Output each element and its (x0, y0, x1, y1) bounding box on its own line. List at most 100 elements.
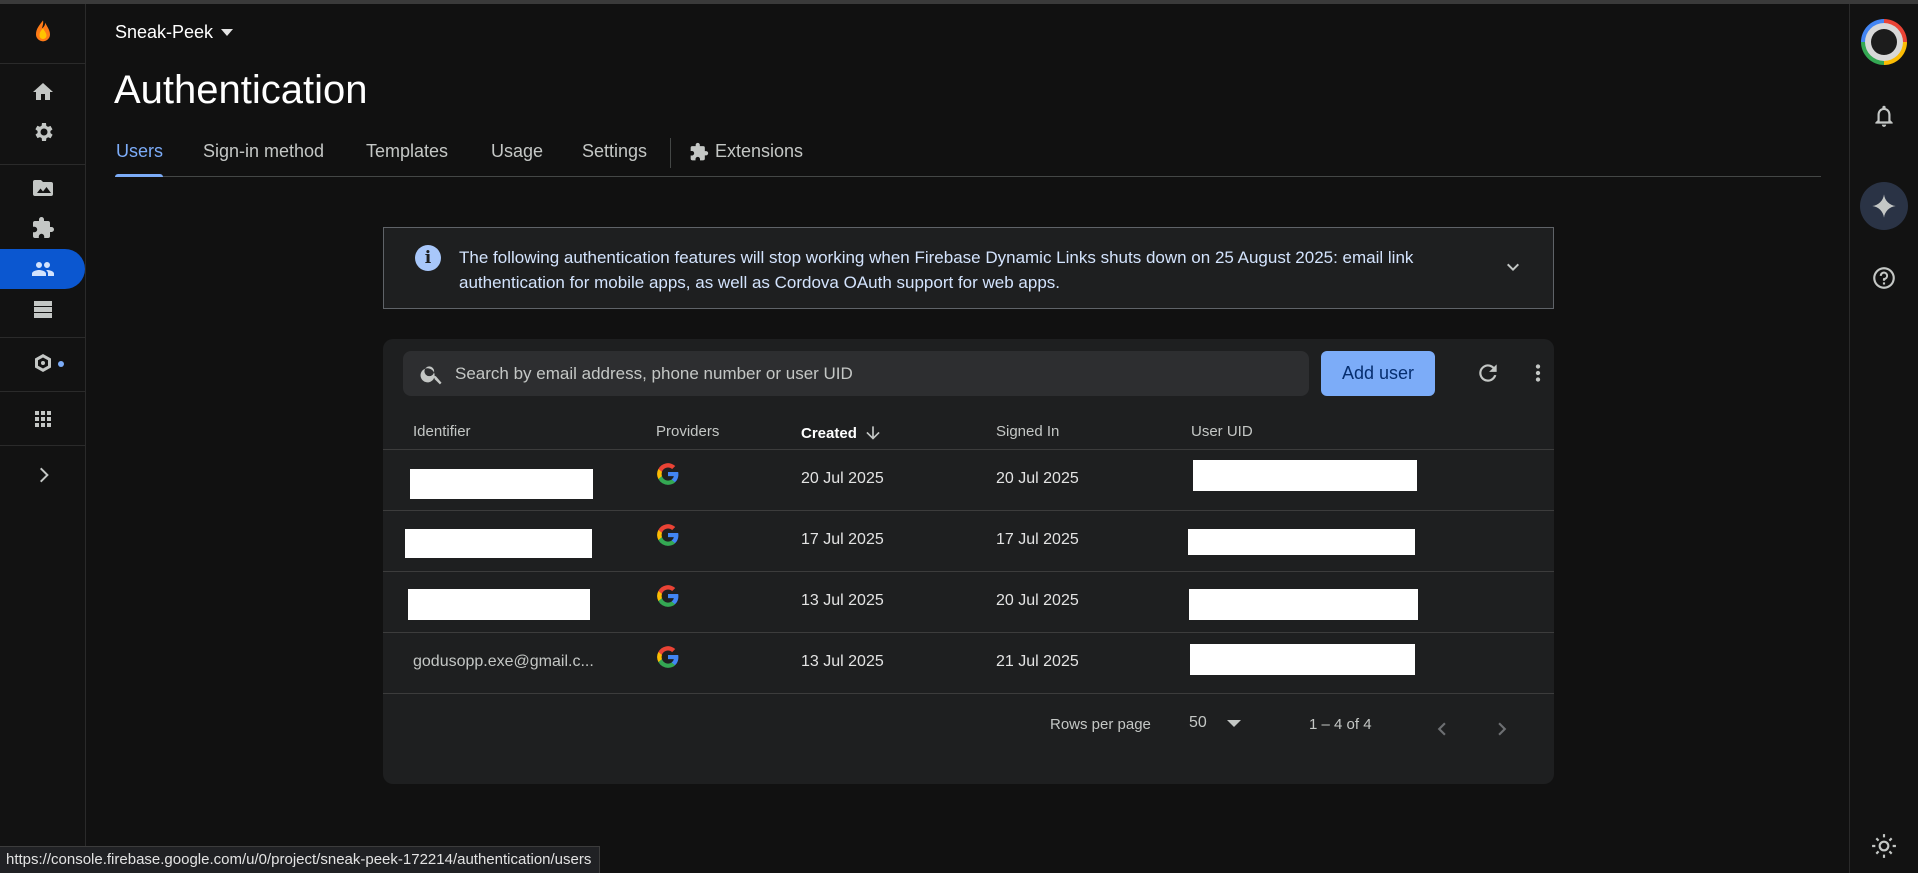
created-date: 13 Jul 2025 (801, 653, 884, 670)
right-rail (1849, 4, 1918, 873)
gemini-bubble (1860, 182, 1908, 230)
tab-label: Users (116, 141, 164, 161)
tab-label: Sign-in method (203, 141, 325, 161)
tab-label: Extensions (715, 141, 804, 161)
redacted-user-uid (1190, 644, 1415, 675)
banner-expand-button[interactable] (1498, 252, 1528, 282)
redacted-identifier (405, 529, 592, 558)
tab-usage[interactable]: Usage (491, 141, 543, 162)
gemini-button[interactable] (1850, 177, 1918, 235)
table-row[interactable]: 13 Jul 2025 20 Jul 2025 (383, 572, 1554, 633)
table-pagination: Rows per page 50 1 – 4 of 4 (383, 701, 1554, 751)
puzzle-icon (690, 142, 709, 160)
column-label: Signed In (996, 423, 1060, 440)
rows-per-page-value: 50 (1189, 714, 1207, 731)
add-user-button[interactable]: Add user (1321, 351, 1435, 396)
nav-divider (0, 63, 85, 64)
refresh-button[interactable] (1468, 353, 1508, 393)
redacted-identifier (408, 589, 590, 620)
table-row[interactable]: 17 Jul 2025 17 Jul 2025 (383, 511, 1554, 572)
users-icon (31, 262, 54, 276)
column-header-user-uid: User UID (1191, 423, 1253, 440)
chevron-right-icon (1498, 722, 1507, 736)
search-input[interactable] (455, 363, 1295, 384)
page-title: Authentication (114, 68, 368, 112)
tab-users[interactable]: Users (116, 141, 163, 162)
signed-in-date: 17 Jul 2025 (996, 531, 1079, 548)
created-date: 20 Jul 2025 (801, 470, 884, 487)
next-page-button[interactable] (1482, 709, 1522, 749)
google-icon (657, 646, 679, 668)
tab-extensions[interactable]: Extensions (689, 141, 803, 162)
photo-folder-icon (32, 180, 53, 196)
caret-down-icon (1226, 719, 1241, 727)
column-label: User UID (1191, 423, 1253, 440)
deprecation-banner: i The following authentication features … (383, 227, 1554, 309)
user-identifier: godusopp.exe@gmail.c... (413, 653, 594, 670)
tab-settings[interactable]: Settings (582, 141, 647, 162)
nav-extensions[interactable] (0, 208, 85, 248)
tab-divider (670, 138, 671, 168)
created-date: 13 Jul 2025 (801, 592, 884, 609)
theme-toggle-button[interactable] (1850, 822, 1918, 870)
nav-firestore[interactable] (0, 289, 85, 329)
tab-bar: Users Sign-in method Templates Usage Set… (115, 130, 1821, 177)
more-vert-icon (1535, 364, 1541, 382)
tab-label: Usage (491, 141, 544, 161)
created-date: 17 Jul 2025 (801, 531, 884, 548)
refresh-icon (1479, 364, 1497, 382)
help-icon (1873, 267, 1895, 289)
column-label: Identifier (413, 423, 471, 440)
nav-home[interactable] (0, 72, 85, 112)
nav-divider (0, 337, 85, 338)
caret-down-icon (221, 29, 234, 36)
gear-icon (34, 123, 53, 141)
nav-authentication[interactable] (0, 249, 85, 289)
chevron-down-icon (1507, 263, 1519, 271)
column-header-created[interactable]: Created (801, 423, 883, 443)
nav-divider (0, 164, 85, 165)
signed-in-date: 20 Jul 2025 (996, 470, 1079, 487)
nav-genkit[interactable] (0, 344, 85, 384)
banner-text: The following authentication features wi… (459, 248, 1414, 292)
window-top-edge (0, 0, 1918, 4)
search-icon (420, 365, 442, 384)
nav-divider (0, 445, 85, 446)
table-row[interactable]: godusopp.exe@gmail.c... 13 Jul 2025 21 J… (383, 633, 1554, 694)
tab-sign-in-method[interactable]: Sign-in method (203, 141, 324, 162)
brightness-icon (1872, 834, 1896, 858)
firebase-logo[interactable] (0, 12, 85, 52)
rows-per-page-select[interactable]: 50 (1189, 714, 1241, 732)
ai-gear-icon (34, 354, 51, 372)
column-header-signed-in[interactable]: Signed In (996, 423, 1059, 440)
sparkle-icon (1872, 194, 1896, 218)
tab-templates[interactable]: Templates (366, 141, 448, 162)
tab-label: Settings (582, 141, 648, 161)
nav-project-settings[interactable] (0, 112, 85, 152)
search-box[interactable] (403, 351, 1309, 396)
previous-page-button[interactable] (1422, 709, 1462, 749)
arrow-down-icon (866, 426, 880, 440)
table-row[interactable]: 20 Jul 2025 20 Jul 2025 (383, 450, 1554, 511)
redacted-user-uid (1189, 589, 1418, 620)
nav-storage[interactable] (0, 168, 85, 208)
project-selector[interactable]: Sneak-Peek (115, 22, 234, 43)
rows-per-page-label: Rows per page (1050, 716, 1151, 733)
chevron-right-icon (39, 467, 49, 483)
nav-divider (0, 391, 85, 392)
table-header: Identifier Providers Created Signed In U… (383, 411, 1554, 450)
account-button[interactable] (1850, 14, 1918, 70)
google-icon (657, 463, 679, 485)
database-icon (33, 301, 52, 318)
help-button[interactable] (1850, 254, 1918, 302)
column-header-providers: Providers (656, 423, 719, 440)
page-range: 1 – 4 of 4 (1309, 716, 1372, 733)
nav-all-products[interactable] (0, 399, 85, 439)
column-header-identifier[interactable]: Identifier (413, 423, 471, 440)
notifications-button[interactable] (1850, 92, 1918, 140)
nav-expand[interactable] (0, 455, 85, 495)
firebase-flame-icon (35, 20, 50, 42)
signed-in-date: 21 Jul 2025 (996, 653, 1079, 670)
more-options-button[interactable] (1518, 353, 1558, 393)
column-label: Providers (656, 423, 720, 440)
